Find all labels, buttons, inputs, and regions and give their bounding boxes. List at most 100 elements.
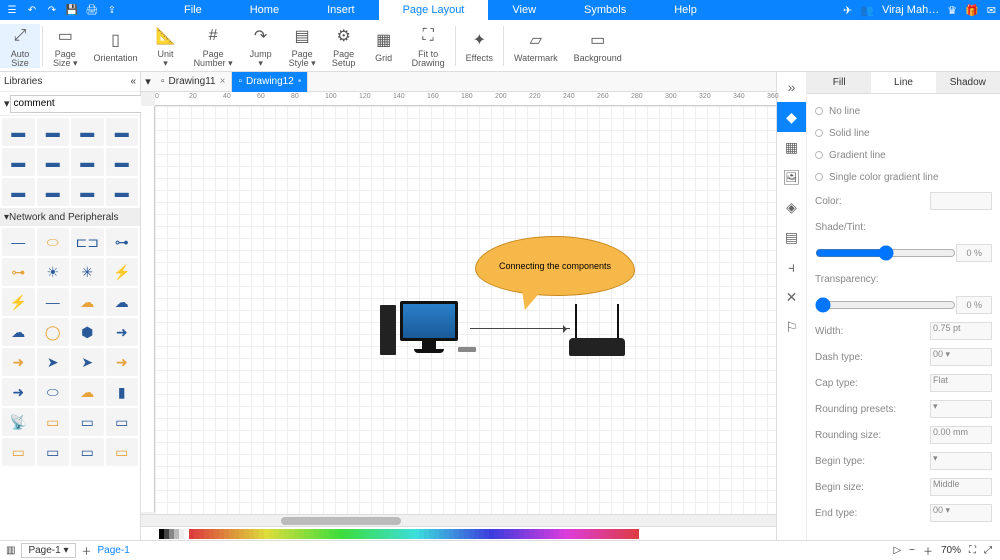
shape-item[interactable]: ▭ <box>2 438 35 466</box>
scrollbar-horizontal[interactable] <box>141 514 776 526</box>
shade-slider[interactable] <box>815 245 956 261</box>
shape-item[interactable]: ▬ <box>37 118 70 146</box>
ribbon-auto[interactable]: ⤢Auto Size <box>0 24 40 68</box>
transparency-slider[interactable] <box>815 297 956 313</box>
shape-item[interactable]: ▮ <box>106 378 139 406</box>
menu-view[interactable]: View <box>488 0 560 20</box>
shape-item[interactable]: ✳ <box>71 258 104 286</box>
collapse-icon[interactable]: « <box>130 76 136 87</box>
ribbon-page[interactable]: ▤Page Style ▾ <box>281 24 324 68</box>
sheets-icon[interactable]: ▥ <box>6 545 15 556</box>
drawing-canvas[interactable]: Connecting the components <box>155 106 776 514</box>
shape-computer[interactable] <box>380 301 470 361</box>
shape-item[interactable]: ▬ <box>37 148 70 176</box>
width-input[interactable]: 0.75 pt <box>930 322 992 340</box>
layers-tool-icon[interactable]: ◈ <box>777 192 806 222</box>
shape-item[interactable]: ▬ <box>2 148 35 176</box>
beginsize-select[interactable]: Middle <box>930 478 992 496</box>
ribbon-effects[interactable]: ✦Effects <box>458 28 501 63</box>
ribbon-page[interactable]: #Page Number ▾ <box>186 24 241 68</box>
menu-symbols[interactable]: Symbols <box>560 0 650 20</box>
line-option[interactable]: Solid line <box>815 122 992 144</box>
export-icon[interactable]: ⇪ <box>104 2 120 18</box>
zoom-level[interactable]: 70% <box>941 545 961 556</box>
save-icon[interactable]: 💾 <box>64 2 80 18</box>
shape-item[interactable]: ▭ <box>71 438 104 466</box>
shape-item[interactable]: ➜ <box>106 318 139 346</box>
notify-icon[interactable]: ✉ <box>987 4 996 17</box>
ribbon-orientation[interactable]: ▯Orientation <box>86 28 146 63</box>
line-option[interactable]: No line <box>815 100 992 122</box>
shape-item[interactable]: ☁ <box>2 318 35 346</box>
ribbon-background[interactable]: ▭Background <box>566 28 630 63</box>
dash-select[interactable]: 00 ▾ <box>930 348 992 366</box>
ribbon-watermark[interactable]: ▱Watermark <box>506 28 566 63</box>
ribbon-page[interactable]: ⚙Page Setup <box>324 24 364 68</box>
ribbon-unit[interactable]: 📐Unit ▾ <box>146 24 186 68</box>
shape-item[interactable]: ▬ <box>106 148 139 176</box>
random-tool-icon[interactable]: ✕ <box>777 282 806 312</box>
share-icon[interactable]: ✈ <box>843 4 852 17</box>
gift-icon[interactable]: 🎁 <box>965 4 979 17</box>
menu-file[interactable]: File <box>160 0 226 20</box>
shape-item[interactable]: ⊏⊐ <box>71 228 104 256</box>
shape-item[interactable]: ☀ <box>37 258 70 286</box>
page-selector[interactable]: Page-1 ▾ <box>21 543 75 558</box>
shape-item[interactable]: ➜ <box>2 348 35 376</box>
shape-item[interactable]: ▬ <box>106 118 139 146</box>
image-tool-icon[interactable]: 🖼 <box>777 162 806 192</box>
zoom-in-button[interactable]: ＋ <box>923 543 933 558</box>
comment-tool-icon[interactable]: ⚐ <box>777 312 806 342</box>
shape-connector[interactable] <box>470 328 570 329</box>
menu-insert[interactable]: Insert <box>303 0 379 20</box>
fit-icon[interactable]: ⛶ <box>969 545 976 556</box>
color-palette[interactable] <box>141 526 776 540</box>
menu-page-layout[interactable]: Page Layout <box>379 0 489 20</box>
shape-item[interactable]: ▭ <box>106 408 139 436</box>
shape-item[interactable]: ☁ <box>71 288 104 316</box>
line-option[interactable]: Gradient line <box>815 144 992 166</box>
shape-item[interactable]: ▬ <box>37 178 70 206</box>
cap-select[interactable]: Flat <box>930 374 992 392</box>
shape-router[interactable] <box>565 304 629 359</box>
line-option[interactable]: Single color gradient line <box>815 166 992 188</box>
format-tab-fill[interactable]: Fill <box>807 72 871 93</box>
menu-help[interactable]: Help <box>650 0 721 20</box>
shape-item[interactable]: ▭ <box>71 408 104 436</box>
add-page-button[interactable]: ＋ <box>82 543 92 558</box>
shape-item[interactable]: ⚡ <box>2 288 35 316</box>
print-icon[interactable]: 🖨 <box>84 2 100 18</box>
shape-item[interactable]: ⊶ <box>2 258 35 286</box>
shape-item[interactable]: ⬭ <box>37 228 70 256</box>
category-header[interactable]: ▾ Network and Peripherals <box>0 208 140 226</box>
shape-item[interactable]: ▬ <box>2 118 35 146</box>
crown-icon[interactable]: ♛ <box>947 4 957 17</box>
shape-item[interactable]: ⊶ <box>106 228 139 256</box>
shape-item[interactable]: ▬ <box>71 178 104 206</box>
begintype-select[interactable]: ▾ <box>930 452 992 470</box>
shape-item[interactable]: ➤ <box>37 348 70 376</box>
shape-item[interactable]: ▬ <box>2 178 35 206</box>
color-picker[interactable] <box>930 192 992 210</box>
shape-item[interactable]: ⚡ <box>106 258 139 286</box>
rounding-select[interactable]: ▾ <box>930 400 992 418</box>
ribbon-grid[interactable]: ▦Grid <box>364 28 404 63</box>
search-input[interactable] <box>10 95 150 113</box>
shape-item[interactable]: — <box>37 288 70 316</box>
menu-home[interactable]: Home <box>226 0 303 20</box>
expand-icon[interactable]: » <box>777 72 806 102</box>
ribbon-page[interactable]: ▭Page Size ▾ <box>45 24 86 68</box>
shape-item[interactable]: ▭ <box>106 438 139 466</box>
shape-item[interactable]: ▬ <box>71 148 104 176</box>
user-name[interactable]: Viraj Mah… <box>882 4 939 16</box>
style-tool-icon[interactable]: ◆ <box>777 102 806 132</box>
shape-item[interactable]: ➤ <box>71 348 104 376</box>
sheet-tab[interactable]: Page-1 <box>98 545 130 556</box>
tab-drawing12[interactable]: ▫Drawing12• <box>232 72 308 92</box>
shape-item[interactable]: ➜ <box>2 378 35 406</box>
format-tab-line[interactable]: Line <box>871 72 935 93</box>
menu-icon[interactable]: ☰ <box>4 2 20 18</box>
tabs-dropdown-icon[interactable]: ▾ <box>141 75 155 88</box>
shape-item[interactable]: ☁ <box>71 378 104 406</box>
rsize-input[interactable]: 0.00 mm <box>930 426 992 444</box>
